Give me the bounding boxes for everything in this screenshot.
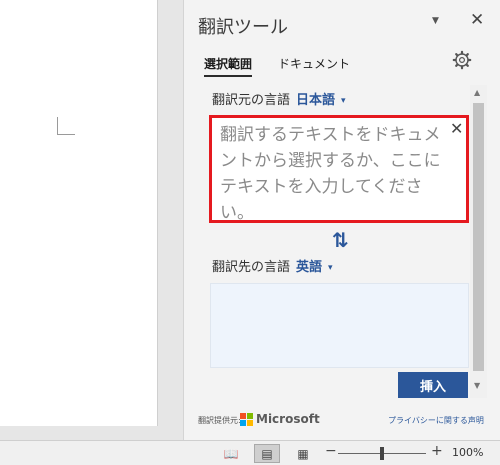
pane-title: 翻訳ツール xyxy=(198,17,288,38)
zoom-slider-thumb[interactable] xyxy=(380,447,384,460)
zoom-out-button[interactable]: − xyxy=(325,443,337,459)
insert-button[interactable]: 挿入 xyxy=(398,372,468,398)
provider-label: 翻訳提供元: xyxy=(198,416,241,425)
source-language-label: 翻訳元の言語 xyxy=(212,93,291,108)
pane-scrollbar[interactable]: ▲ ▼ xyxy=(470,85,487,398)
swap-languages-icon[interactable]: ⇅ xyxy=(332,228,349,252)
tab-selection[interactable]: 選択範囲 xyxy=(204,55,253,77)
pane-close-icon[interactable]: ✕ xyxy=(470,10,484,30)
chevron-down-icon: ▾ xyxy=(328,262,333,273)
pane-content: 翻訳元の言語 日本語 ▾ 翻訳するテキストをドキュメントから選択するか、ここにテキス… xyxy=(208,80,484,398)
source-language-select[interactable]: 日本語 ▾ xyxy=(296,93,346,108)
zoom-in-button[interactable]: + xyxy=(431,443,443,459)
zoom-level[interactable]: 100% xyxy=(452,446,483,459)
scroll-up-icon[interactable]: ▲ xyxy=(474,88,480,97)
source-placeholder: 翻訳するテキストをドキュメントから選択するか、ここにテキストを入力してください。 xyxy=(220,125,441,223)
print-layout-icon[interactable]: ▤ xyxy=(254,444,280,463)
source-language-value: 日本語 xyxy=(296,93,336,108)
document-area[interactable] xyxy=(0,0,183,440)
translator-pane: 翻訳ツール ▼ ✕ 選択範囲 ドキュメント 翻訳元の言語 日本語 ▾ 翻訳するテキス… xyxy=(183,0,500,440)
margin-corner-mark xyxy=(57,117,75,135)
clear-text-icon[interactable]: ✕ xyxy=(450,119,463,138)
source-text-input[interactable]: 翻訳するテキストをドキュメントから選択するか、ここにテキストを入力してください。… xyxy=(209,115,469,223)
tab-document[interactable]: ドキュメント xyxy=(278,55,350,72)
pane-options-dropdown-icon[interactable]: ▼ xyxy=(432,16,439,26)
target-language-row: 翻訳先の言語 英語 ▾ xyxy=(212,256,333,275)
source-language-row: 翻訳元の言語 日本語 ▾ xyxy=(212,89,346,108)
status-bar: 📖 ▤ ▦ − + 100% xyxy=(0,440,500,465)
microsoft-logo-icon xyxy=(240,413,253,426)
scroll-thumb[interactable] xyxy=(473,103,484,371)
target-language-value: 英語 xyxy=(296,260,323,275)
provider-name: Microsoft xyxy=(256,412,320,426)
pane-footer: 翻訳提供元: Microsoft プライバシーに関する声明 xyxy=(198,412,494,428)
privacy-statement-link[interactable]: プライバシーに関する声明 xyxy=(388,415,484,426)
web-layout-icon[interactable]: ▦ xyxy=(290,444,316,463)
chevron-down-icon: ▾ xyxy=(341,95,346,106)
gear-icon[interactable] xyxy=(452,50,472,70)
scroll-down-icon[interactable]: ▼ xyxy=(474,381,480,390)
document-page[interactable] xyxy=(0,0,158,426)
translation-output xyxy=(210,283,469,368)
target-language-select[interactable]: 英語 ▾ xyxy=(296,260,333,275)
target-language-label: 翻訳先の言語 xyxy=(212,260,291,275)
read-mode-icon[interactable]: 📖 xyxy=(218,444,244,463)
